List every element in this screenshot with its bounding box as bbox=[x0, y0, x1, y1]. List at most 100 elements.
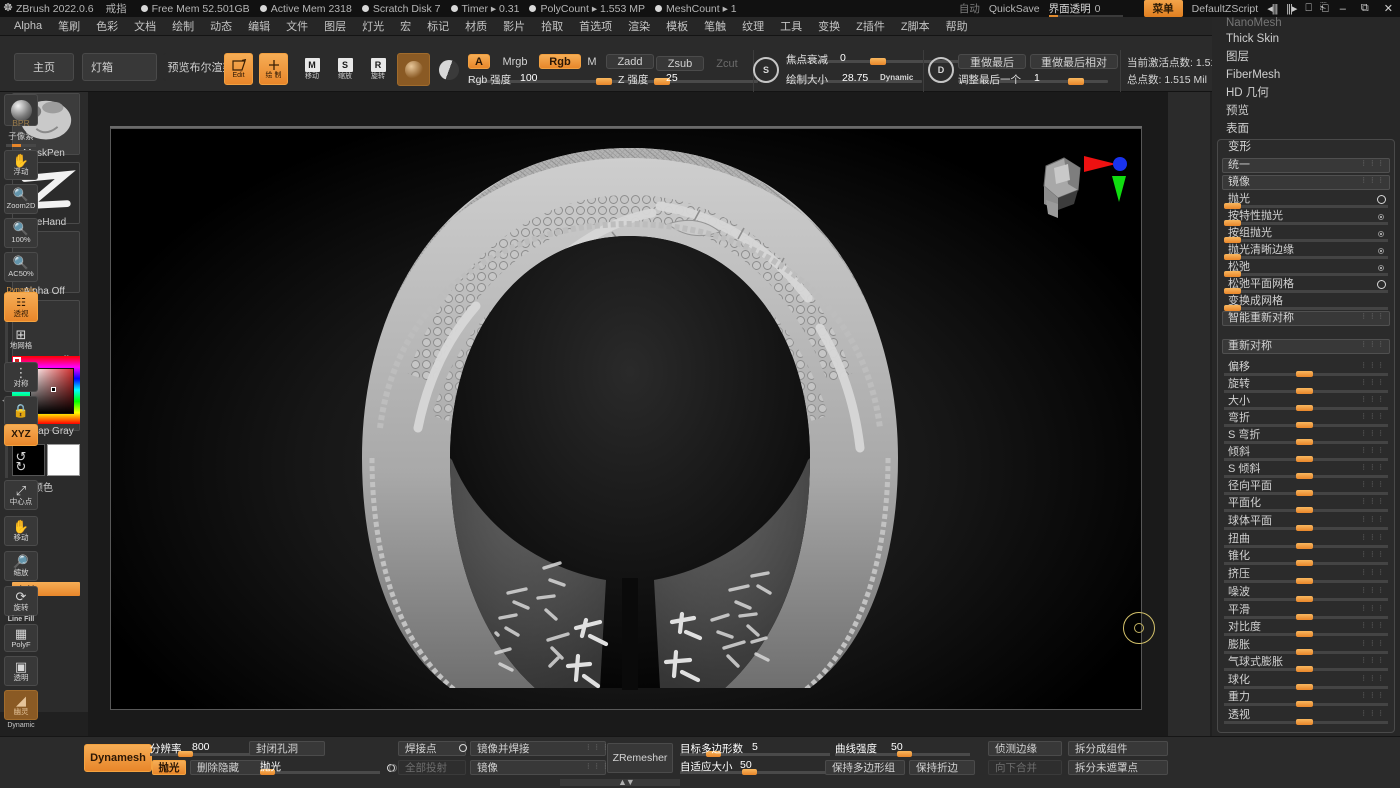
menu-item-draw[interactable]: 绘制 bbox=[164, 17, 202, 35]
menu-item-zplugin[interactable]: Z插件 bbox=[848, 17, 893, 35]
floor-grid-button[interactable]: ⊞ 地网格 bbox=[4, 324, 38, 354]
row-knob[interactable] bbox=[1296, 596, 1313, 602]
zadd-button[interactable]: Zadd bbox=[606, 54, 654, 69]
row-knob[interactable] bbox=[1296, 666, 1313, 672]
window-dock-right-icon[interactable]: ⎗ bbox=[1320, 2, 1328, 15]
material-slot-button[interactable] bbox=[397, 53, 430, 86]
deform-row-skew[interactable]: 倾斜 ⋮⋮⋮ bbox=[1222, 445, 1390, 460]
deform-row-sbend[interactable]: S 弯折 ⋮⋮⋮ bbox=[1222, 428, 1390, 443]
menu-item-alpha[interactable]: Alpha bbox=[6, 19, 50, 33]
row-axis-icon[interactable]: ⋮⋮⋮ bbox=[1361, 621, 1387, 629]
palette-item-layers[interactable]: 图层 bbox=[1212, 49, 1400, 66]
curve-strength-slider[interactable]: 曲线强度 50 bbox=[835, 742, 970, 756]
polish-toggle-button[interactable]: 抛光 bbox=[152, 760, 186, 775]
row-axis-icon[interactable]: ⋮⋮⋮ bbox=[1361, 340, 1387, 348]
dynamic-persp-button[interactable]: ☷ 透视 bbox=[4, 292, 38, 322]
keep-creases-button[interactable]: 保持折边 bbox=[909, 760, 975, 775]
nav-prev-icon[interactable]: ◂||| bbox=[1267, 2, 1277, 15]
viewport-canvas[interactable] bbox=[110, 128, 1142, 710]
deform-row-bend[interactable]: 弯折 ⋮⋮⋮ bbox=[1222, 411, 1390, 426]
menu-item-brush[interactable]: 笔刷 bbox=[50, 17, 88, 35]
weld-radio-icon[interactable] bbox=[459, 744, 467, 752]
menu-item-stencil[interactable]: 模板 bbox=[658, 17, 696, 35]
row-knob[interactable] bbox=[1296, 507, 1313, 513]
zscript-label[interactable]: DefaultZScript bbox=[1192, 3, 1259, 15]
weld-points-button[interactable]: 焊接点 bbox=[398, 741, 466, 756]
lightbox-button[interactable]: 灯箱 bbox=[82, 53, 157, 81]
row-knob[interactable] bbox=[1296, 578, 1313, 584]
palette-item-preview[interactable]: 预览 bbox=[1212, 103, 1400, 120]
menu-item-help[interactable]: 帮助 bbox=[938, 17, 976, 35]
deform-row-radial-plane[interactable]: 径向平面 ⋮⋮⋮ bbox=[1222, 479, 1390, 494]
split-groups-button[interactable]: 拆分成组件 bbox=[1068, 741, 1168, 756]
deform-row-size[interactable]: 大小 ⋮⋮⋮ bbox=[1222, 394, 1390, 409]
menu-item-light[interactable]: 灯光 bbox=[354, 17, 392, 35]
adjust-last-knob[interactable] bbox=[1068, 78, 1084, 85]
row-axis-icon[interactable]: ⋮⋮⋮ bbox=[1361, 159, 1387, 167]
close-holes-button[interactable]: 封闭孔洞 bbox=[249, 741, 325, 756]
deform-row-contrast[interactable]: 对比度 ⋮⋮⋮ bbox=[1222, 620, 1390, 635]
deform-row-noise[interactable]: 噪波 ⋮⋮⋮ bbox=[1222, 585, 1390, 600]
deform-row-taper[interactable]: 锥化 ⋮⋮⋮ bbox=[1222, 549, 1390, 564]
row-axis-icon[interactable]: ⋮⋮⋮ bbox=[1361, 691, 1387, 699]
menu-item-texture[interactable]: 纹理 bbox=[734, 17, 772, 35]
nav-next-icon[interactable]: |||▸ bbox=[1286, 2, 1296, 15]
row-radio-icon[interactable] bbox=[1377, 195, 1386, 204]
target-polygon-slider[interactable]: 目标多边形数 5 bbox=[680, 742, 830, 756]
material-toggle-button[interactable] bbox=[435, 53, 463, 86]
scroll-up-icon[interactable]: ▲ bbox=[618, 777, 626, 787]
gizmo-z-axis-icon[interactable] bbox=[1112, 176, 1126, 202]
row-axis-icon[interactable]: ⋮⋮⋮ bbox=[1361, 586, 1387, 594]
menu-item-zscript[interactable]: Z脚本 bbox=[893, 17, 938, 35]
row-dot-icon[interactable] bbox=[1378, 231, 1384, 237]
palette-item-nanomesh[interactable]: NanoMesh bbox=[1212, 17, 1400, 32]
palette-item-thick-skin[interactable]: Thick Skin bbox=[1212, 31, 1400, 48]
menu-item-file[interactable]: 文件 bbox=[278, 17, 316, 35]
menu-item-document[interactable]: 文档 bbox=[126, 17, 164, 35]
subpixel-knob[interactable] bbox=[12, 144, 21, 147]
deform-row-polish-by-groups[interactable]: 按组抛光 bbox=[1222, 226, 1390, 241]
menu-item-stroke[interactable]: 笔触 bbox=[696, 17, 734, 35]
subpixel-slider[interactable] bbox=[6, 144, 36, 147]
draw-mode-button[interactable]: 绘 制 bbox=[259, 53, 288, 85]
row-axis-icon[interactable]: ⋮⋮⋮ bbox=[1361, 463, 1387, 471]
m-button[interactable]: M bbox=[583, 54, 601, 69]
scroll-down-icon[interactable]: ▼ bbox=[626, 777, 634, 787]
redo-last-relative-button[interactable]: 重做最后相对 bbox=[1030, 54, 1118, 69]
zsub-button[interactable]: Zsub bbox=[656, 56, 704, 71]
deformation-title[interactable]: 变形 bbox=[1228, 140, 1251, 155]
polish-slider[interactable]: 抛光 bbox=[260, 760, 380, 774]
navigation-gizmo[interactable] bbox=[1024, 138, 1134, 228]
split-unmasked-button[interactable]: 拆分未遮罩点 bbox=[1068, 760, 1168, 775]
keep-groups-button[interactable]: 保持多边形组 bbox=[825, 760, 905, 775]
secondary-color-swatch[interactable] bbox=[47, 444, 80, 476]
scale-mode-button[interactable]: S 缩放 bbox=[332, 56, 358, 82]
adaptive-size-slider[interactable]: 自适应大小 50 bbox=[680, 760, 830, 774]
menu-item-dynamics[interactable]: 动态 bbox=[202, 17, 240, 35]
row-axis-icon[interactable]: ⋮⋮⋮ bbox=[1361, 395, 1387, 403]
deform-row-relax-plane-mesh[interactable]: 松弛平面网格 bbox=[1222, 277, 1390, 292]
rgb-button[interactable]: Rgb bbox=[539, 54, 581, 69]
rotate-cw-button[interactable]: ↻ bbox=[4, 458, 38, 476]
deform-row-twist[interactable]: 扭曲 ⋮⋮⋮ bbox=[1222, 532, 1390, 547]
redo-last-button[interactable]: 重做最后 bbox=[958, 54, 1026, 69]
deform-row-polish-by-features[interactable]: 按特性抛光 bbox=[1222, 209, 1390, 224]
deform-row-perspective[interactable]: 透视 ⋮⋮⋮ bbox=[1222, 708, 1390, 723]
mrgb-button[interactable]: Mrgb bbox=[493, 54, 537, 69]
deform-row-polish-crisp-edges[interactable]: 抛光清晰边缘 bbox=[1222, 243, 1390, 258]
deform-row-morph-to-mesh[interactable]: 变换成网格 bbox=[1222, 294, 1390, 309]
window-dock-left-icon[interactable]: ⎕ bbox=[1305, 2, 1311, 15]
minimize-button[interactable]: ‒ bbox=[1337, 3, 1349, 15]
bracelet-3d-model[interactable] bbox=[300, 128, 960, 710]
row-axis-icon[interactable]: ⋮⋮⋮ bbox=[1361, 604, 1387, 612]
menu-item-render[interactable]: 渲染 bbox=[620, 17, 658, 35]
row-knob[interactable] bbox=[1296, 525, 1313, 531]
alpha-a-button[interactable]: A bbox=[468, 54, 490, 69]
rgb-intensity-slider[interactable]: Rgb 强度 100 bbox=[468, 72, 628, 86]
deform-row-inflate[interactable]: 膨胀 ⋮⋮⋮ bbox=[1222, 638, 1390, 653]
menu-item-transform[interactable]: 变换 bbox=[810, 17, 848, 35]
transparency-button[interactable]: ▣ 透明 bbox=[4, 656, 38, 686]
move-gizmo-button[interactable]: ✋ 移动 bbox=[4, 516, 38, 546]
menu-toggle-button[interactable]: 菜单 bbox=[1144, 0, 1183, 17]
rgb-intensity-knob[interactable] bbox=[596, 78, 612, 85]
